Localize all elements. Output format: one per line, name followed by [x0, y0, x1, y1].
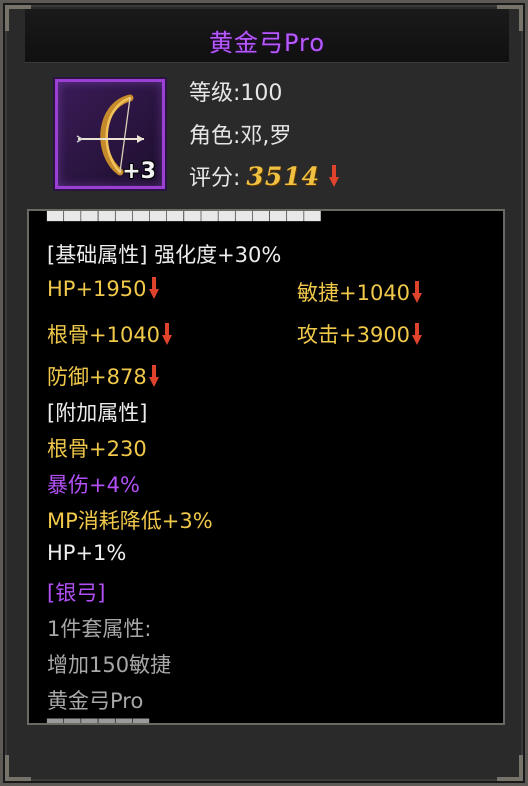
base-attr-row: [基础属性] 强化度+30% — [47, 239, 281, 269]
set-bonus-label: 1件套属性: — [47, 617, 152, 641]
extra-attr-header: [附加属性] — [47, 401, 148, 425]
stat-text: 根骨+1040 — [47, 323, 161, 347]
score-value: 3514 — [246, 162, 321, 191]
role-label: 角色: — [189, 124, 241, 149]
stat-text: 攻击+3900 — [297, 323, 411, 347]
stat-text: 防御+878 — [47, 365, 147, 389]
stat-agility: 敏捷+1040 — [297, 277, 423, 307]
extra-mp-cost: MP消耗降低+3% — [47, 509, 213, 533]
stat-attack: 攻击+3900 — [297, 319, 423, 349]
stat-text: 敏捷+1040 — [297, 281, 411, 305]
level-value: 100 — [240, 81, 283, 106]
strengthen-value: 强化度+30% — [154, 243, 282, 267]
stat-text: HP+1950 — [47, 277, 147, 301]
set-item-name: 黄金弓Pro — [47, 689, 144, 713]
down-arrow-icon — [329, 165, 340, 187]
stats-panel[interactable]: ▆▆▆▆▆▆▆▆▆▆▆▆▆▆▆▆ [基础属性] 强化度+30% HP+1950 … — [27, 209, 505, 725]
role-row: 角色:邓,罗 — [189, 118, 291, 150]
base-attr-header: [基础属性] — [47, 243, 148, 267]
stat-constitution: 根骨+1040 — [47, 319, 173, 349]
down-arrow-icon — [148, 365, 159, 387]
extra-constitution: 根骨+230 — [47, 437, 147, 461]
frame-corner-bottom-right — [497, 755, 523, 781]
score-label: 评分: — [189, 166, 241, 191]
score-row: 评分: 3514 — [189, 160, 340, 192]
clipped-text-top: ▆▆▆▆▆▆▆▆▆▆▆▆▆▆▆▆ — [47, 209, 322, 221]
extra-crit-damage: 暴伤+4% — [47, 473, 140, 497]
role-value: 邓,罗 — [240, 124, 292, 149]
clipped-text-bottom: ▆▆▆▆▆▆ — [47, 713, 150, 725]
enhance-level-badge: +3 — [122, 159, 156, 184]
frame-corner-bottom-left — [5, 755, 31, 781]
set-header: [银弓] — [47, 581, 106, 605]
level-label: 等级: — [189, 81, 241, 106]
down-arrow-icon — [412, 323, 423, 345]
down-arrow-icon — [148, 277, 159, 299]
item-tooltip-panel: 黄金弓Pro +3 等级:100 角色:邓,罗 评分: 3514 ▆▆▆▆▆▆▆▆… — [0, 0, 528, 786]
title-bar: 黄金弓Pro — [25, 9, 509, 63]
stat-defense: 防御+878 — [47, 361, 159, 391]
down-arrow-icon — [412, 281, 423, 303]
set-bonus-effect: 增加150敏捷 — [47, 653, 172, 677]
stat-hp: HP+1950 — [47, 277, 159, 301]
level-row: 等级:100 — [189, 75, 282, 107]
extra-hp-percent: HP+1% — [47, 541, 127, 565]
item-name-title: 黄金弓Pro — [208, 29, 326, 57]
item-icon-slot[interactable]: +3 — [55, 79, 165, 189]
down-arrow-icon — [162, 323, 173, 345]
